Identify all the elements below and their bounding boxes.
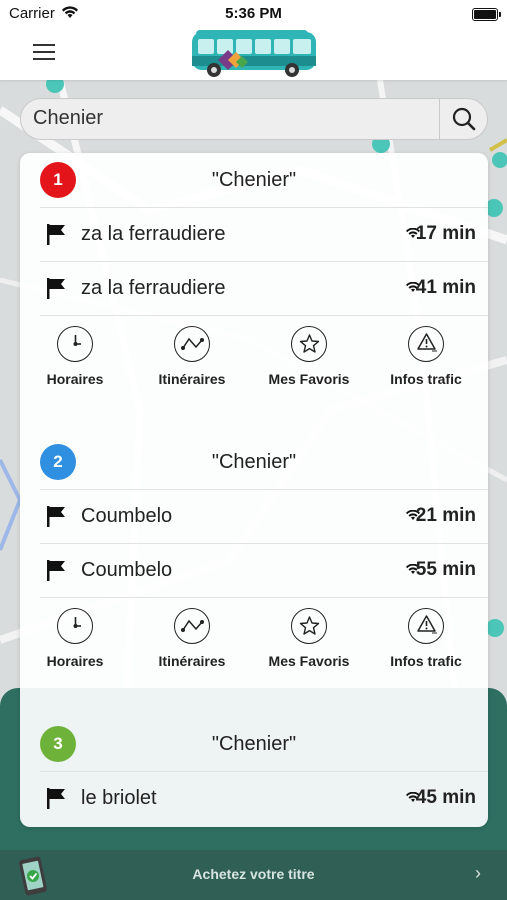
favoris-button[interactable]: Mes Favoris xyxy=(254,608,364,669)
stops-card: 1 "Chenier" za la ferraudiere 17 min za … xyxy=(20,153,488,827)
stop-name: "Chenier" xyxy=(211,169,297,191)
buy-ticket-bar[interactable]: Achetez votre titre › xyxy=(0,850,507,900)
departure-time: 55 min xyxy=(415,559,476,580)
horaires-label: Horaires xyxy=(46,653,104,669)
clock-icon xyxy=(57,608,93,644)
star-icon xyxy=(291,326,327,362)
destination-label: Coumbelo xyxy=(81,559,173,581)
departure-row[interactable]: za la ferraudiere 17 min xyxy=(40,207,488,261)
departure-time: 17 min xyxy=(415,223,476,244)
search-icon xyxy=(452,107,476,131)
search-button[interactable] xyxy=(440,99,487,139)
departure-time: 21 min xyxy=(415,505,476,526)
favoris-label: Mes Favoris xyxy=(268,653,350,669)
stop-section: 1 "Chenier" za la ferraudiere 17 min za … xyxy=(20,153,488,402)
destination-label: le briolet xyxy=(81,787,157,809)
search-bar: Chenier xyxy=(20,98,488,140)
stop-header[interactable]: 3 "Chenier" xyxy=(20,717,488,771)
itineraires-button[interactable]: Itinéraires xyxy=(137,608,247,669)
star-icon xyxy=(291,608,327,644)
stop-actions: Horaires Itinéraires Mes Favoris Infos t… xyxy=(40,315,488,402)
stop-name: "Chenier" xyxy=(211,733,297,755)
buy-ticket-label: Achetez votre titre xyxy=(192,866,315,882)
flag-icon xyxy=(47,224,65,245)
departure-time: 45 min xyxy=(415,787,476,808)
stop-name: "Chenier" xyxy=(211,451,297,473)
itineraires-label: Itinéraires xyxy=(158,371,226,387)
departure-row[interactable]: le briolet 45 min xyxy=(40,771,488,825)
trafic-button[interactable]: Infos trafic xyxy=(371,608,481,669)
bus-logo xyxy=(192,30,316,77)
app-header xyxy=(0,26,507,80)
stop-header[interactable]: 1 "Chenier" xyxy=(20,153,488,207)
destination-label: Coumbelo xyxy=(81,505,173,527)
traffic-warning-icon xyxy=(408,326,444,362)
favoris-label: Mes Favoris xyxy=(268,371,350,387)
flag-icon xyxy=(47,788,65,809)
horaires-label: Horaires xyxy=(46,371,104,387)
trafic-label: Infos trafic xyxy=(390,371,462,387)
departure-row[interactable]: za la ferraudiere 41 min xyxy=(40,261,488,315)
battery-icon xyxy=(472,8,501,21)
departure-row[interactable]: Coumbelo 55 min xyxy=(40,543,488,597)
clock-icon xyxy=(57,326,93,362)
departure-row[interactable]: Coumbelo 21 min xyxy=(40,489,488,543)
status-bar: Carrier 5:36 PM xyxy=(0,0,507,26)
horaires-button[interactable]: Horaires xyxy=(20,326,130,387)
route-icon xyxy=(174,326,210,362)
chevron-right-icon: › xyxy=(475,863,481,883)
route-icon xyxy=(174,608,210,644)
trafic-label: Infos trafic xyxy=(390,653,462,669)
clock-time: 5:36 PM xyxy=(225,5,282,22)
itineraires-button[interactable]: Itinéraires xyxy=(137,326,247,387)
flag-icon xyxy=(47,278,65,299)
flag-icon xyxy=(47,560,65,581)
stop-section: 2 "Chenier" Coumbelo 21 min Coumbelo 55 … xyxy=(20,435,488,684)
flag-icon xyxy=(47,506,65,527)
search-input[interactable]: Chenier xyxy=(33,107,103,130)
destination-label: za la ferraudiere xyxy=(81,277,226,299)
itineraires-label: Itinéraires xyxy=(158,653,226,669)
stop-header[interactable]: 2 "Chenier" xyxy=(20,435,488,489)
stop-section: 3 "Chenier" le briolet 45 min xyxy=(20,717,488,825)
menu-icon[interactable] xyxy=(33,44,55,60)
destination-label: za la ferraudiere xyxy=(81,223,226,245)
traffic-warning-icon xyxy=(408,608,444,644)
departure-time: 41 min xyxy=(415,277,476,298)
horaires-button[interactable]: Horaires xyxy=(20,608,130,669)
favoris-button[interactable]: Mes Favoris xyxy=(254,326,364,387)
stop-actions: Horaires Itinéraires Mes Favoris Infos t… xyxy=(40,597,488,684)
trafic-button[interactable]: Infos trafic xyxy=(371,326,481,387)
